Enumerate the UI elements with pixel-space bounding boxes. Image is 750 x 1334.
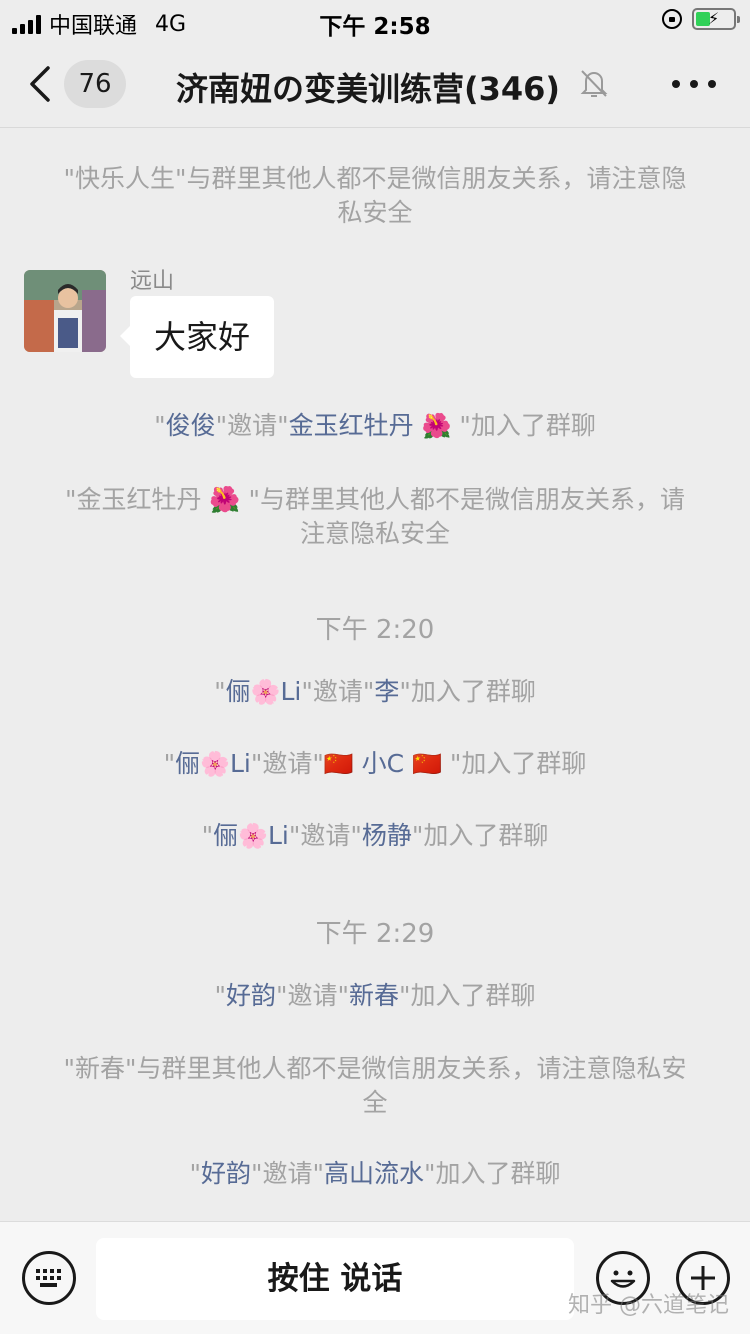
- invite-notice: "俪🌸Li"邀请"李"加入了群聊: [214, 677, 536, 706]
- invite-notice: "好韵"邀请"高山流水"加入了群聊: [189, 1159, 561, 1188]
- unread-count-badge[interactable]: 76: [64, 60, 126, 108]
- system-notice: "快乐人生"与群里其他人都不是微信朋友关系，请注意隐私安全: [63, 164, 687, 227]
- inviter-name[interactable]: 好韵: [226, 981, 276, 1010]
- avatar[interactable]: [24, 270, 106, 352]
- system-notice: "新春"与群里其他人都不是微信朋友关系，请注意隐私安全: [63, 1054, 687, 1117]
- china-flag-emoji: 🇨🇳: [412, 750, 442, 778]
- china-flag-emoji: 🇨🇳: [323, 750, 354, 778]
- blossom-emoji: 🌸: [238, 822, 268, 850]
- battery-icon: ⚡: [692, 8, 740, 30]
- keyboard-icon[interactable]: [22, 1251, 76, 1305]
- invite-notice: "俪🌸Li"邀请"🇨🇳 小C 🇨🇳 "加入了群聊: [163, 749, 587, 778]
- sender-name: 远山: [130, 269, 175, 294]
- invitee-name[interactable]: 李: [374, 677, 399, 706]
- message-list[interactable]: "快乐人生"与群里其他人都不是微信朋友关系，请注意隐私安全 远山 大家好 "俊俊…: [0, 129, 750, 1221]
- invitee-name[interactable]: 新春: [349, 981, 399, 1010]
- inviter-name[interactable]: 俪🌸Li: [226, 677, 302, 706]
- invitee-name[interactable]: 🇨🇳 小C 🇨🇳: [324, 749, 442, 778]
- timestamp: 下午 2:20: [315, 615, 435, 645]
- blossom-emoji: 🌸: [200, 750, 230, 778]
- watermark: 知乎 @六道笔记: [568, 1293, 729, 1318]
- invite-notice: "好韵"邀请"新春"加入了群聊: [214, 981, 536, 1010]
- system-notice: "金玉红牡丹 🌺 "与群里其他人都不是微信朋友关系，请注意隐私安全: [64, 485, 686, 548]
- inviter-name[interactable]: 俪🌸Li: [213, 821, 289, 850]
- group-title: 济南妞の变美训练营(346): [176, 70, 561, 108]
- invitee-name[interactable]: 杨静: [362, 821, 412, 850]
- chat-header: 76 济南妞の变美训练营(346): [0, 42, 750, 128]
- blossom-emoji: 🌸: [250, 678, 281, 706]
- hold-to-talk-button[interactable]: 按住 说话: [96, 1238, 574, 1320]
- more-icon[interactable]: [672, 80, 716, 90]
- invite-notice: "俪🌸Li"邀请"杨静"加入了群聊: [201, 821, 549, 850]
- hibiscus-emoji: 🌺: [421, 412, 452, 440]
- inviter-name[interactable]: 俪🌸Li: [175, 749, 251, 778]
- invitee-name[interactable]: 高山流水: [324, 1159, 424, 1188]
- invitee-name[interactable]: 金玉红牡丹: [289, 411, 414, 440]
- inviter-name[interactable]: 好韵: [201, 1159, 251, 1188]
- clock: 下午 2:58: [319, 14, 431, 40]
- timestamp: 下午 2:29: [315, 919, 435, 949]
- rotation-lock-icon: [662, 9, 682, 29]
- mute-bell-icon: [580, 70, 608, 97]
- back-icon[interactable]: [26, 64, 56, 104]
- status-bar: 中国联通 4G 下午 2:58 ⚡: [0, 0, 750, 42]
- invite-notice: "俊俊"邀请"金玉红牡丹 🌺 "加入了群聊: [154, 411, 596, 440]
- inviter-name[interactable]: 俊俊: [166, 411, 216, 440]
- message-bubble[interactable]: 大家好: [119, 296, 275, 378]
